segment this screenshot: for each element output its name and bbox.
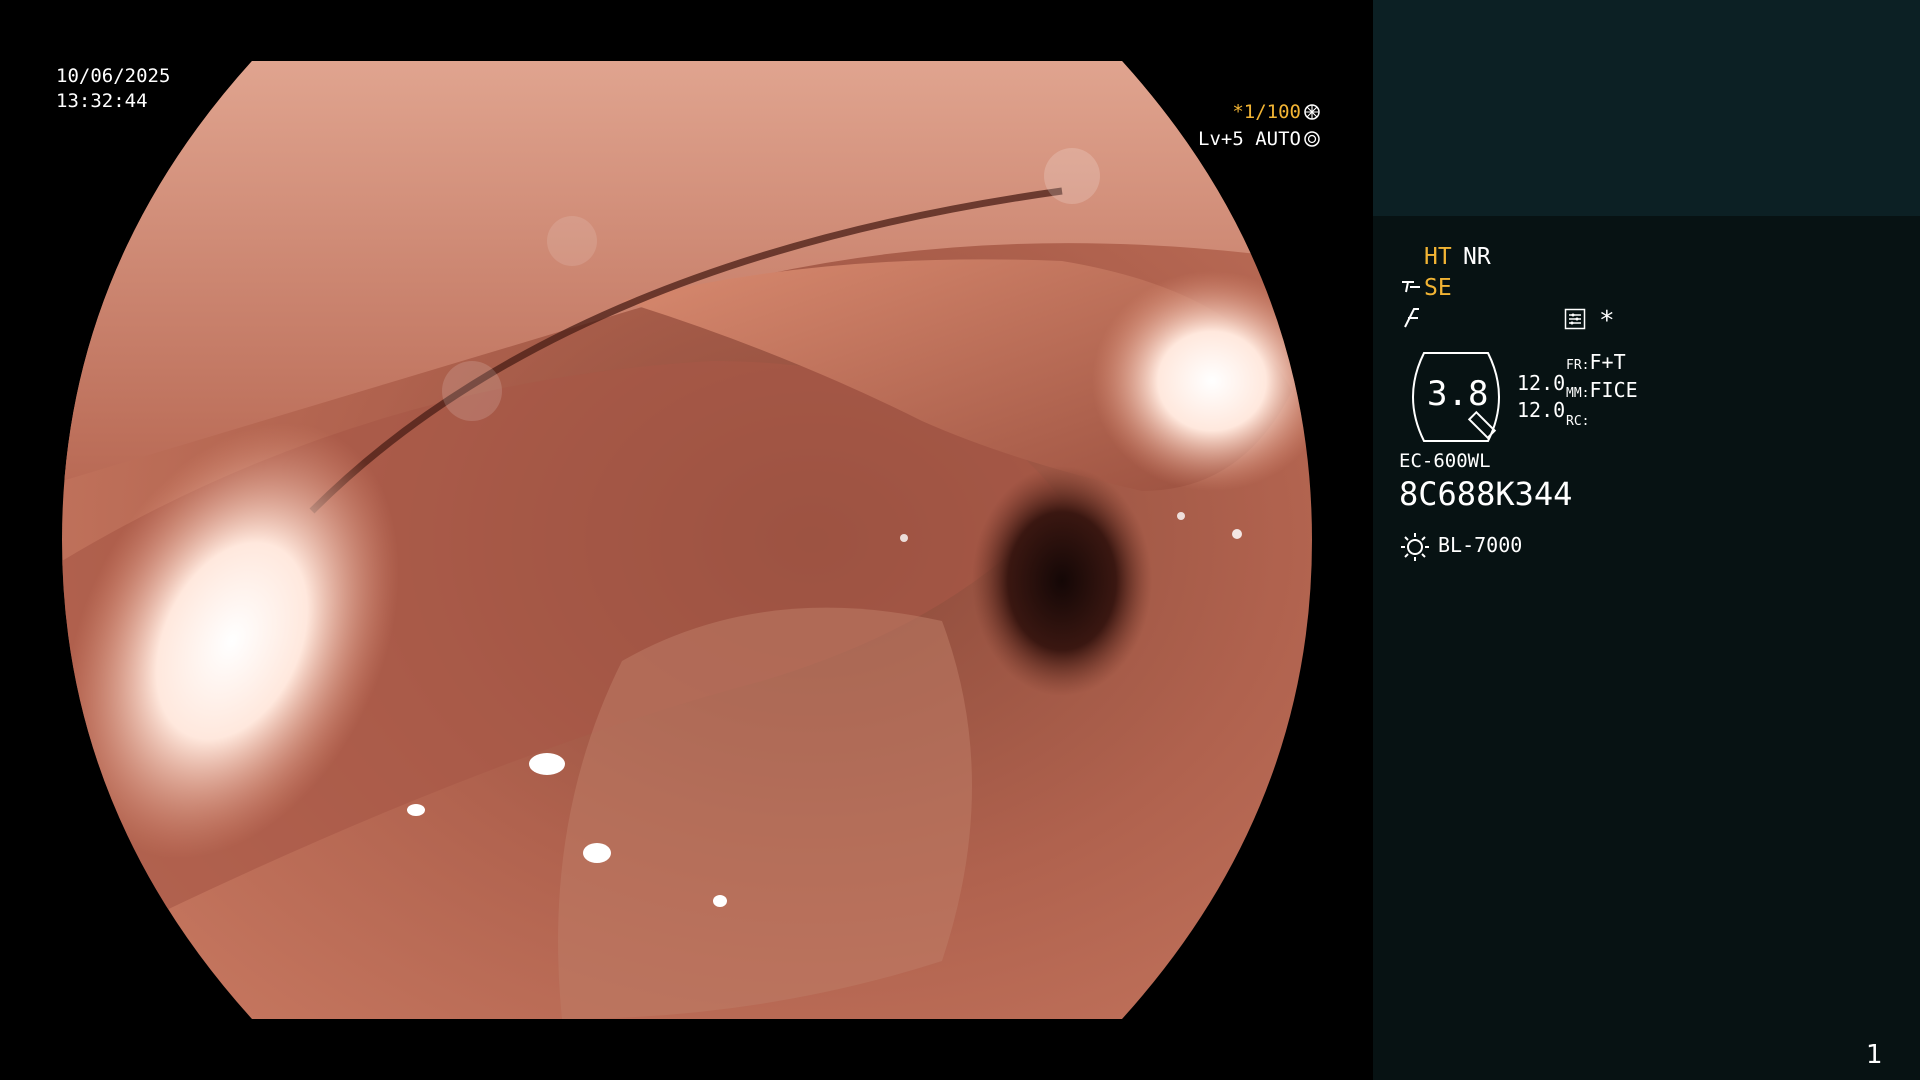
scope-serial: 8C688K344: [1399, 475, 1573, 513]
shutter-row: *1/100: [1150, 99, 1320, 126]
level-row: Lv+5 AUTO: [1150, 126, 1320, 153]
ht-indicator: HT: [1424, 244, 1452, 270]
date-time-stamp: 10/06/2025 13:32:44: [56, 64, 170, 114]
endoscope-viewport: 10/06/2025 13:32:44 *1/100 Lv+5 AUTO: [0, 0, 1373, 1080]
rc-label: RC:: [1566, 414, 1590, 429]
date-label: 10/06/2025: [56, 65, 171, 87]
time-label: 13:32:44: [56, 90, 148, 112]
info-panel: [1373, 216, 1920, 1080]
channel-value-1: 12.0: [1517, 371, 1566, 395]
iris-icon: [1304, 131, 1320, 147]
color-mode-icon: [1404, 308, 1419, 328]
mode-settings: FR:F+T MM:FICE RC:: [1566, 350, 1638, 434]
zoom-value: 3.8: [1427, 374, 1489, 414]
brightness-level-label: Lv+5 AUTO: [1198, 128, 1301, 150]
nr-indicator: NR: [1463, 244, 1491, 270]
star-indicator: *: [1599, 306, 1615, 336]
exposure-readout: *1/100 Lv+5 AUTO: [1150, 99, 1320, 153]
info-panel-top: [1373, 0, 1920, 216]
fr-label: FR:: [1566, 358, 1590, 373]
se-indicator: SE: [1424, 275, 1452, 301]
aperture-icon: [1304, 104, 1320, 120]
endoscopy-image: [62, 61, 1312, 1019]
channel-value-2: 12.0: [1517, 398, 1566, 422]
structure-enhancement-icon: [1402, 281, 1420, 293]
light-source-icon: [1401, 533, 1429, 561]
page-number: 1: [1866, 1040, 1883, 1070]
fr-value: F+T: [1589, 350, 1626, 374]
mm-label: MM:: [1566, 386, 1590, 401]
mm-value: FICE: [1589, 378, 1638, 402]
shutter-speed-label: *1/100: [1232, 101, 1301, 123]
settings-list-icon: [1564, 308, 1586, 330]
light-source-label: BL-7000: [1438, 533, 1523, 557]
scope-model: EC-600WL: [1399, 450, 1491, 472]
